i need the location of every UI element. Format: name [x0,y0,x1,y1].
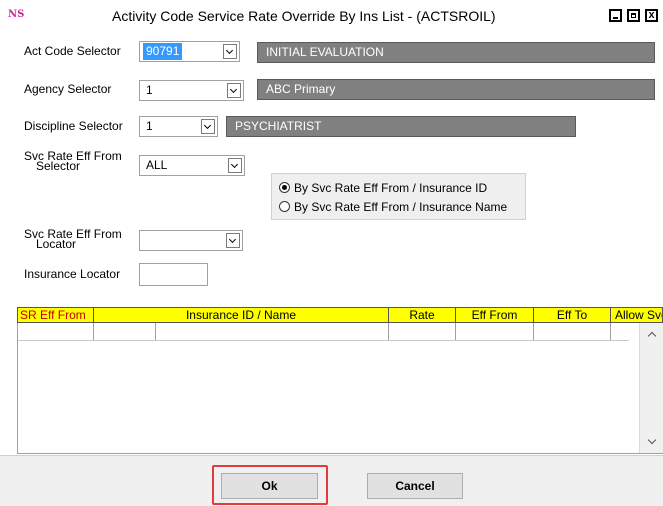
window-title: Activity Code Service Rate Override By I… [112,8,496,24]
grid-cell-divider [534,323,611,340]
discipline-label: Discipline Selector [24,119,123,133]
act-code-value: 90791 [143,43,183,60]
svc-rate-eff-from-select[interactable]: ALL [139,155,245,176]
discipline-select[interactable]: 1 [139,116,218,137]
svc-rate-eff-from-locator-select[interactable] [139,230,243,251]
close-button[interactable]: x [645,9,658,22]
svc-rate-eff-from-locator-value [143,232,149,249]
minimize-button[interactable] [609,9,622,22]
svc-rate-eff-from-selector-label: Svc Rate Eff From Selector [24,149,122,173]
radio-unselected-icon[interactable] [279,201,290,212]
column-header-rate[interactable]: Rate [389,308,456,322]
radio-selected-icon[interactable] [279,182,290,193]
act-code-label: Act Code Selector [24,44,121,58]
grid-header: SR Eff From Insurance ID / Name Rate Eff… [17,307,663,323]
scroll-up-icon[interactable] [647,331,657,341]
insurance-locator-label: Insurance Locator [24,267,121,281]
agency-description: ABC Primary [257,79,655,100]
button-panel [0,455,663,506]
chevron-down-icon[interactable] [228,158,242,173]
maximize-button[interactable] [627,9,640,22]
chevron-down-icon[interactable] [201,119,215,134]
scroll-down-icon[interactable] [647,435,657,445]
grid-cell-divider [94,323,156,340]
column-header-eff-from[interactable]: Eff From [456,308,534,322]
column-header-eff-to[interactable]: Eff To [534,308,611,322]
ok-button[interactable]: Ok [221,473,318,499]
app-logo-icon: NS [8,9,25,20]
agency-select[interactable]: 1 [139,80,244,101]
act-code-select[interactable]: 90791 [139,41,240,62]
grid-row-line [18,340,629,341]
chevron-down-icon[interactable] [227,83,241,98]
chevron-down-icon[interactable] [223,44,237,59]
cancel-button[interactable]: Cancel [367,473,463,499]
grid-body[interactable] [17,323,663,454]
sort-options-group: By Svc Rate Eff From / Insurance ID By S… [271,173,526,220]
column-header-insurance[interactable]: Insurance ID / Name [94,308,389,322]
chevron-down-icon[interactable] [226,233,240,248]
svc-rate-eff-from-locator-label: Svc Rate Eff From Locator [24,227,122,251]
title-bar: NS Activity Code Service Rate Override B… [0,0,663,32]
svc-rate-eff-from-value: ALL [146,158,168,172]
column-header-sr-eff-from[interactable]: SR Eff From [18,308,94,322]
grid-cell-divider [456,323,534,340]
grid-cell-divider [18,323,94,340]
agency-value: 1 [146,83,153,97]
insurance-locator-input[interactable] [139,263,208,286]
discipline-description: PSYCHIATRIST [226,116,576,137]
column-header-allow-svc[interactable]: Allow Svc [611,308,662,322]
grid-cell-divider [389,323,456,340]
discipline-value: 1 [146,119,153,133]
agency-label: Agency Selector [24,82,112,96]
act-code-description: INITIAL EVALUATION [257,42,655,63]
vertical-scrollbar[interactable] [639,323,663,453]
grid-cell-divider [156,323,389,340]
